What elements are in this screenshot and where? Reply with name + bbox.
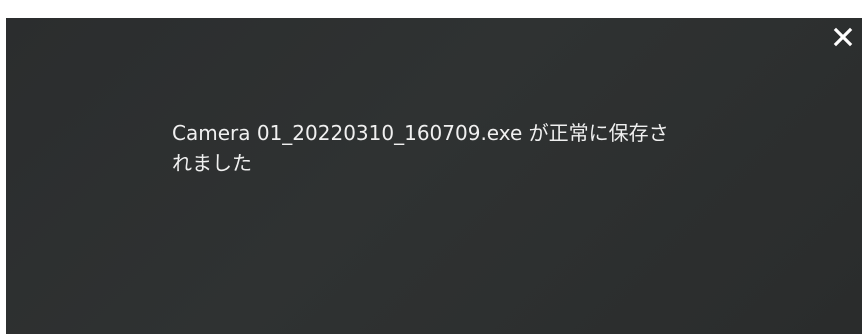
message-line-2: れました: [172, 151, 252, 175]
save-success-message: Camera 01_20220310_160709.exe が正常に保存さ れまし…: [172, 118, 762, 178]
close-icon: [833, 27, 853, 47]
save-notification-dialog: Camera 01_20220310_160709.exe が正常に保存さ れまし…: [6, 18, 862, 334]
message-line-1: Camera 01_20220310_160709.exe が正常に保存さ: [172, 121, 669, 145]
close-button[interactable]: [830, 24, 856, 50]
